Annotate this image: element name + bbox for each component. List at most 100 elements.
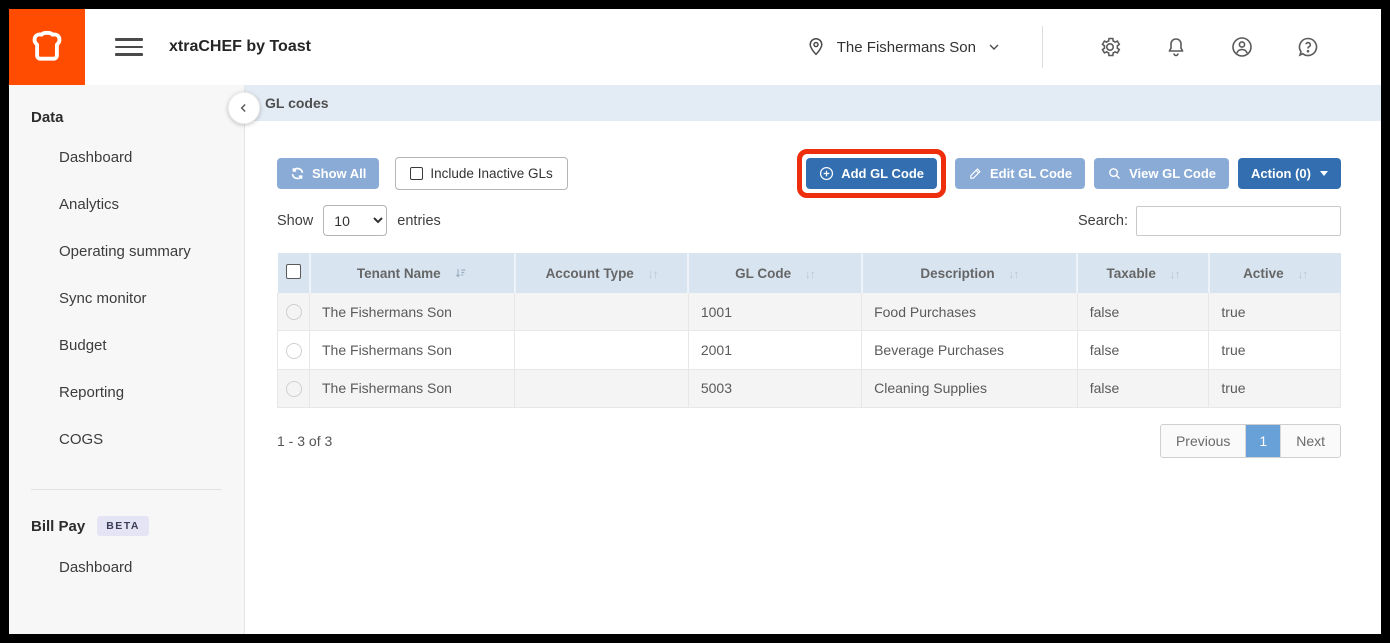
taxable-cell: false [1077, 293, 1209, 331]
sidebar-item-sync-monitor[interactable]: Sync monitor [31, 275, 244, 322]
column-header-description[interactable]: Description ↓↑ [862, 253, 1078, 293]
notifications-bell-icon[interactable] [1163, 34, 1189, 60]
content-region: Data Dashboard Analytics Operating summa… [9, 85, 1381, 634]
description-cell: Cleaning Supplies [862, 369, 1078, 407]
add-gl-code-button[interactable]: Add GL Code [806, 158, 937, 189]
action-label: Action (0) [1251, 166, 1311, 181]
search-magnifier-icon [1107, 166, 1122, 181]
account-user-icon[interactable] [1229, 34, 1255, 60]
chevron-left-icon [237, 101, 251, 115]
row-radio-button[interactable] [286, 381, 302, 397]
column-header-taxable[interactable]: Taxable ↓↑ [1077, 253, 1209, 293]
table-controls: Show 10 entries Search: [277, 205, 1341, 236]
description-header-label: Description [920, 266, 994, 281]
toolbar-right-buttons: Add GL Code Edit GL Code [806, 158, 1341, 189]
show-all-label: Show All [312, 166, 366, 181]
sidebar-item-cogs[interactable]: COGS [31, 416, 244, 463]
menu-hamburger-icon[interactable] [115, 38, 143, 56]
view-gl-code-label: View GL Code [1129, 166, 1216, 181]
red-highlight-annotation: Add GL Code [797, 149, 946, 198]
table-footer: 1 - 3 of 3 Previous 1 Next [277, 424, 1341, 458]
column-header-account-type[interactable]: Account Type ↓↑ [515, 253, 689, 293]
page-size-select[interactable]: 10 [323, 205, 387, 236]
table-row[interactable]: The Fishermans Son 1001 Food Purchases f… [278, 293, 1341, 331]
sort-both-icon: ↓↑ [1170, 267, 1180, 281]
chevron-down-icon [986, 39, 1002, 55]
entries-label: entries [397, 213, 441, 229]
gl-codes-panel: Show All Include Inactive GLs [245, 121, 1381, 458]
page-title-bar: GL codes [245, 85, 1381, 121]
tenant-name-header-label: Tenant Name [357, 266, 441, 281]
refresh-icon [290, 166, 305, 181]
account-type-header-label: Account Type [546, 266, 634, 281]
table-row[interactable]: The Fishermans Son 2001 Beverage Purchas… [278, 331, 1341, 369]
description-cell: Beverage Purchases [862, 331, 1078, 369]
toast-logo[interactable] [9, 9, 85, 85]
help-icon[interactable] [1295, 34, 1321, 60]
sidebar-item-budget[interactable]: Budget [31, 322, 244, 369]
plus-circle-icon [819, 166, 834, 181]
account-type-cell [515, 369, 689, 407]
pagination-control: Previous 1 Next [1160, 424, 1341, 458]
sidebar-item-reporting[interactable]: Reporting [31, 369, 244, 416]
sidebar-item-operating-summary[interactable]: Operating summary [31, 228, 244, 275]
next-page-button[interactable]: Next [1280, 425, 1340, 457]
row-select-cell [278, 293, 310, 331]
include-inactive-checkbox[interactable] [410, 167, 423, 180]
caret-down-icon [1320, 171, 1328, 176]
description-cell: Food Purchases [862, 293, 1078, 331]
edit-gl-code-button[interactable]: Edit GL Code [955, 158, 1085, 189]
show-all-button[interactable]: Show All [277, 158, 379, 189]
gl-code-cell: 1001 [688, 293, 861, 331]
gl-code-cell: 5003 [688, 369, 861, 407]
column-header-tenant-name[interactable]: Tenant Name [310, 253, 515, 293]
action-dropdown-button[interactable]: Action (0) [1238, 158, 1341, 189]
page-title: GL codes [265, 95, 329, 111]
page-1-button[interactable]: 1 [1245, 425, 1280, 457]
beta-badge: BETA [97, 516, 149, 536]
location-selector[interactable]: The Fishermans Son [805, 36, 1002, 58]
gl-code-cell: 2001 [688, 331, 861, 369]
sidebar-section-data: Data [31, 109, 244, 126]
include-inactive-label: Include Inactive GLs [430, 166, 552, 181]
header-divider [1042, 26, 1043, 68]
row-radio-button[interactable] [286, 343, 302, 359]
select-all-checkbox[interactable] [286, 264, 301, 279]
account-type-cell [515, 331, 689, 369]
sidebar-section-bill-pay: Bill Pay BETA [31, 516, 244, 536]
active-cell: true [1209, 331, 1341, 369]
edit-gl-code-label: Edit GL Code [990, 166, 1072, 181]
search-label: Search: [1078, 213, 1128, 229]
previous-page-button[interactable]: Previous [1161, 425, 1245, 457]
sidebar-section-bill-pay-label: Bill Pay [31, 518, 85, 535]
sidebar-collapse-button[interactable] [228, 92, 260, 124]
column-header-gl-code[interactable]: GL Code ↓↑ [688, 253, 861, 293]
add-gl-code-label: Add GL Code [841, 166, 924, 181]
app-title: xtraCHEF by Toast [169, 38, 311, 56]
column-header-active[interactable]: Active ↓↑ [1209, 253, 1341, 293]
active-header-label: Active [1243, 266, 1284, 281]
table-row[interactable]: The Fishermans Son 5003 Cleaning Supplie… [278, 369, 1341, 407]
settings-gear-icon[interactable] [1097, 34, 1123, 60]
taxable-header-label: Taxable [1107, 266, 1156, 281]
taxable-cell: false [1077, 331, 1209, 369]
toast-bread-icon [25, 25, 69, 69]
view-gl-code-button[interactable]: View GL Code [1094, 158, 1229, 189]
tenant-name-cell: The Fishermans Son [310, 369, 515, 407]
include-inactive-button[interactable]: Include Inactive GLs [395, 157, 567, 190]
main-content: GL codes Show All [245, 85, 1381, 634]
toolbar: Show All Include Inactive GLs [277, 157, 1341, 190]
sidebar-item-analytics[interactable]: Analytics [31, 181, 244, 228]
show-label: Show [277, 213, 313, 229]
tenant-name-cell: The Fishermans Son [310, 331, 515, 369]
taxable-cell: false [1077, 369, 1209, 407]
sidebar-nav: Data Dashboard Analytics Operating summa… [9, 85, 245, 634]
edit-pencil-icon [968, 166, 983, 181]
sidebar-item-dashboard[interactable]: Dashboard [31, 134, 244, 181]
sidebar-item-billpay-dashboard[interactable]: Dashboard [31, 544, 244, 591]
header-right-cluster: The Fishermans Son [805, 26, 1341, 68]
gl-codes-table: Tenant Name Account Type ↓↑ [277, 253, 1341, 408]
row-radio-button[interactable] [286, 304, 302, 320]
search-input[interactable] [1136, 206, 1341, 236]
row-select-cell [278, 369, 310, 407]
